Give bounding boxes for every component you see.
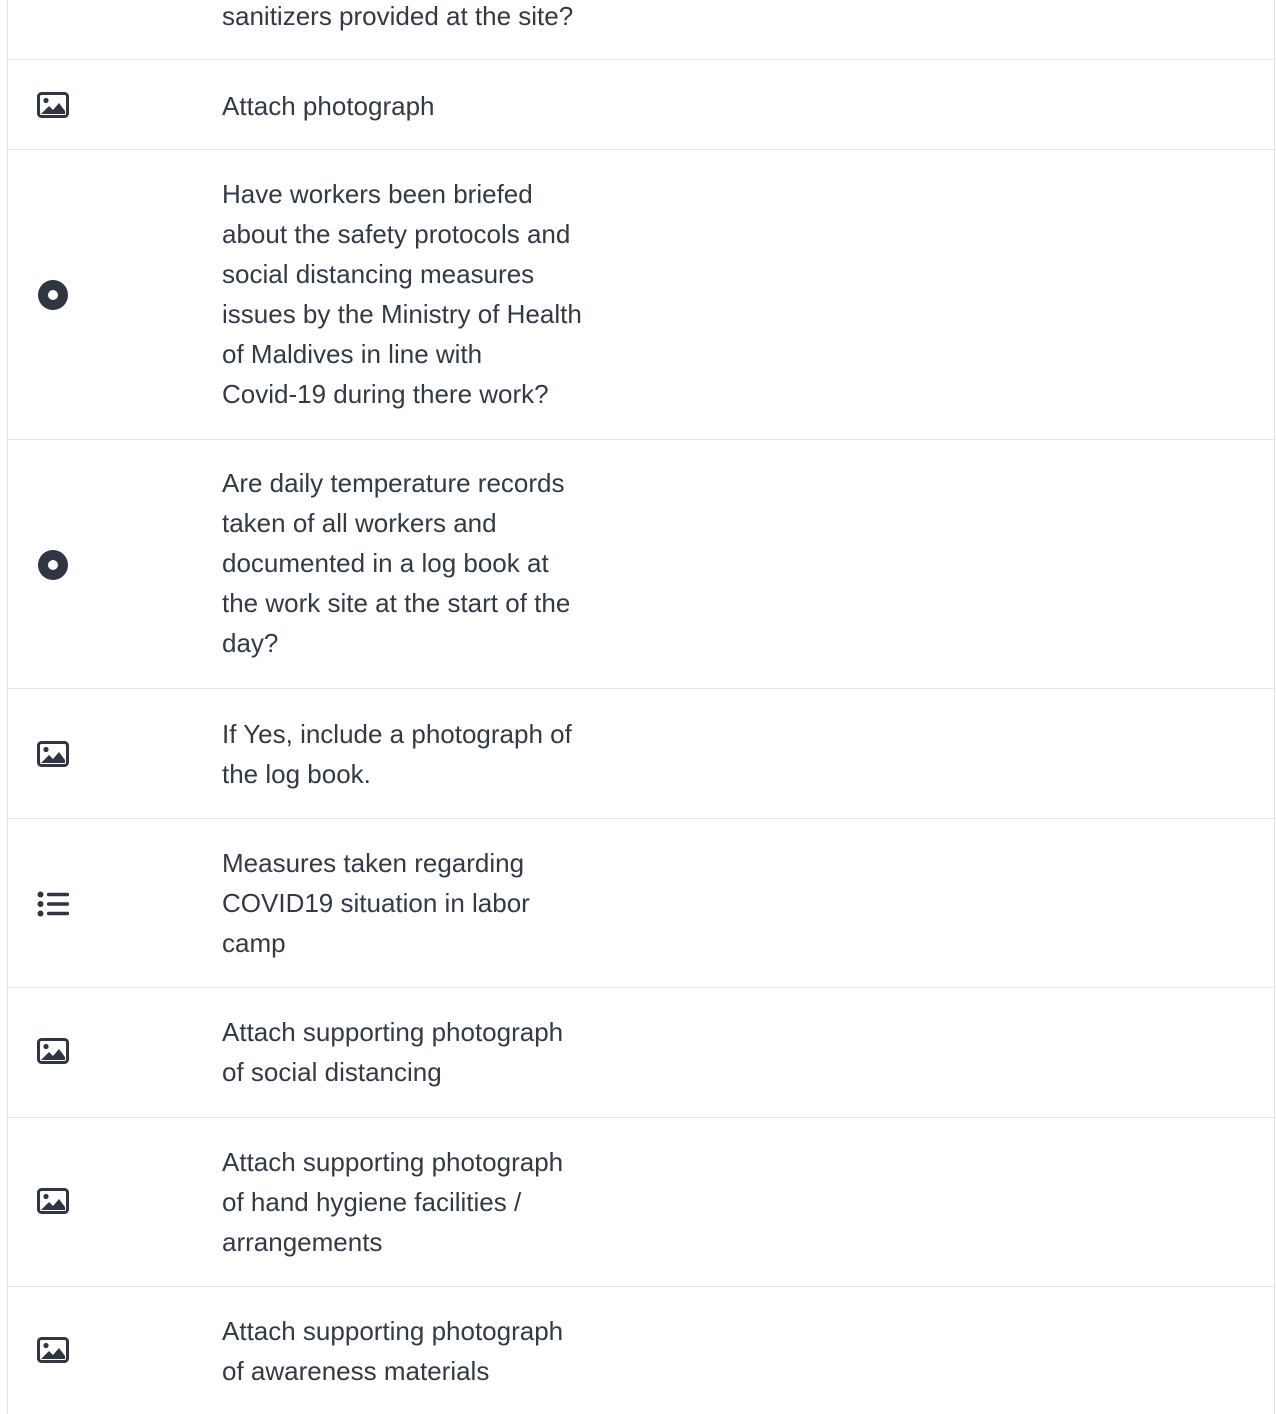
label-line: arrangements: [222, 1227, 383, 1257]
question-label: Attach photograph: [222, 91, 435, 121]
question-label: Attach supporting photograph of social d…: [222, 1012, 622, 1092]
question-row[interactable]: sanitizers provided at the site?: [8, 0, 1274, 60]
label-line: Covid-19 during there work?: [222, 379, 549, 409]
label-line: issues by the Ministry of Health: [222, 299, 582, 329]
question-list: sanitizers provided at the site? Attach …: [7, 0, 1275, 1414]
label-line: of awareness materials: [222, 1356, 490, 1386]
label-line: COVID19 situation in labor: [222, 888, 530, 918]
label-line: Attach supporting photograph: [222, 1316, 564, 1346]
question-row[interactable]: If Yes, include a photograph of the log …: [8, 689, 1274, 819]
label-line: day?: [222, 628, 279, 658]
question-row[interactable]: Attach supporting photograph of awarenes…: [8, 1287, 1274, 1414]
label-line: Have workers been briefed: [222, 179, 533, 209]
question-row[interactable]: Measures taken regarding COVID19 situati…: [8, 819, 1274, 988]
label-line: documented in a log book at: [222, 548, 549, 578]
label-line: taken of all workers and: [222, 508, 497, 538]
label-line: Attach supporting photograph: [222, 1147, 564, 1177]
label-line: camp: [222, 928, 286, 958]
label-line: If Yes, include a photograph of: [222, 719, 572, 749]
image-icon: [36, 1333, 70, 1367]
label-line: Are daily temperature records: [222, 468, 565, 498]
question-label: Attach supporting photograph of awarenes…: [222, 1311, 622, 1391]
question-label: Are daily temperature records taken of a…: [222, 463, 622, 663]
question-label: Measures taken regarding COVID19 situati…: [222, 843, 622, 963]
image-icon: [36, 88, 70, 122]
image-icon: [36, 1034, 70, 1068]
question-label: sanitizers provided at the site?: [222, 1, 574, 31]
question-row[interactable]: Have workers been briefed about the safe…: [8, 150, 1274, 440]
question-row[interactable]: Attach supporting photograph of hand hyg…: [8, 1118, 1274, 1287]
image-icon: [36, 1184, 70, 1218]
label-line: of hand hygiene facilities /: [222, 1187, 522, 1217]
radio-icon: [36, 548, 70, 582]
label-line: Measures taken regarding: [222, 848, 525, 878]
label-line: the work site at the start of the: [222, 588, 571, 618]
label-line: of Maldives in line with: [222, 339, 483, 369]
label-line: about the safety protocols and: [222, 219, 571, 249]
label-line: of social distancing: [222, 1057, 442, 1087]
question-row[interactable]: Attach photograph: [8, 60, 1274, 150]
list-icon: [36, 887, 70, 921]
question-row[interactable]: Attach supporting photograph of social d…: [8, 988, 1274, 1118]
question-row[interactable]: Are daily temperature records taken of a…: [8, 440, 1274, 689]
label-line: social distancing measures: [222, 259, 535, 289]
question-label: Have workers been briefed about the safe…: [222, 174, 622, 414]
image-icon: [36, 737, 70, 771]
question-label: Attach supporting photograph of hand hyg…: [222, 1142, 622, 1262]
label-line: the log book.: [222, 759, 371, 789]
label-line: Attach supporting photograph: [222, 1017, 564, 1047]
radio-icon: [36, 278, 70, 312]
question-label: If Yes, include a photograph of the log …: [222, 714, 622, 794]
